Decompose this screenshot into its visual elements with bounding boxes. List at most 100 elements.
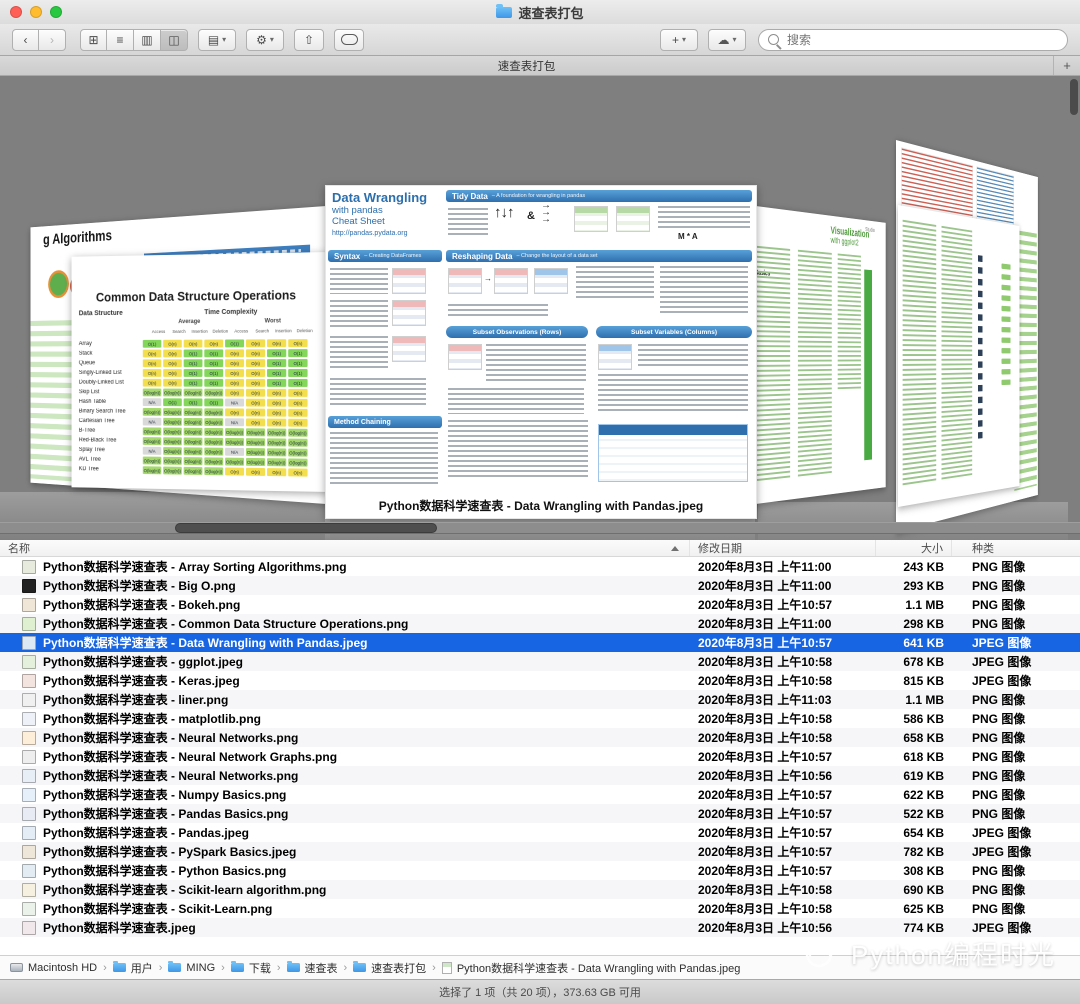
ds-complexity-chip: O(n) [163, 378, 182, 387]
path-item-label: 速查表 [304, 962, 338, 975]
view-segmented-control: ⊞ ≡ ▥ ◫ [80, 28, 188, 51]
ds-row-label: Binary Search Tree [78, 408, 126, 415]
file-date: 2020年8月3日 上午10:58 [698, 883, 833, 897]
new-tab-button[interactable]: + [1054, 56, 1080, 75]
new-item-button[interactable]: + ▾ [660, 28, 698, 51]
file-row[interactable]: Python数据科学速查表 - Scikit-learn algorithm.p… [0, 880, 1080, 899]
minimize-button[interactable] [30, 6, 42, 18]
coverflow-scrollbar-track[interactable] [0, 522, 1080, 534]
studio-logo: Studio [865, 227, 875, 234]
ds-complexity-chip: N/A [225, 398, 245, 407]
file-date: 2020年8月3日 上午10:57 [698, 636, 833, 650]
file-row[interactable]: Python数据科学速查表 - Data Wrangling with Pand… [0, 633, 1080, 652]
arrange-button[interactable]: ▤ ▾ [198, 28, 236, 51]
path-item[interactable]: 速查表 [286, 960, 338, 976]
path-item[interactable]: Python数据科学速查表 - Data Wrangling with Pand… [441, 960, 740, 976]
ds-complexity-chip: O(1) [204, 359, 224, 368]
column-header-size[interactable]: 大小 [876, 540, 952, 556]
ds-complexity-chip: O(n) [245, 378, 266, 387]
path-item[interactable]: 用户 [112, 960, 153, 976]
file-thumbnail-icon [22, 768, 36, 783]
file-name: Python数据科学速查表 - Pandas Basics.png [43, 807, 289, 821]
ds-complexity-chip: O(log(n)) [225, 437, 245, 447]
view-columns-button[interactable]: ▥ [134, 28, 161, 51]
ampersand: & [527, 210, 535, 222]
file-row[interactable]: Python数据科学速查表 - ggplot.jpeg 2020年8月3日 上午1… [0, 652, 1080, 671]
ds-complexity-chip: O(1) [142, 339, 162, 348]
file-row[interactable]: Python数据科学速查表 - Array Sorting Algorithms… [0, 557, 1080, 576]
tab-current-folder[interactable]: 速查表打包 [0, 56, 1054, 75]
ds-complexity-chip: O(log(n)) [225, 457, 245, 466]
action-button[interactable]: ⚙ ▾ [246, 28, 284, 51]
coverflow-item-selected[interactable]: Data Wrangling with pandas Cheat Sheet h… [325, 185, 757, 519]
path-item[interactable]: 下载 [230, 960, 271, 976]
ds-complexity-chip: O(log(n)) [163, 408, 182, 416]
close-button[interactable] [10, 6, 22, 18]
path-item[interactable]: 速查表打包 [353, 960, 426, 976]
ds-complexity-chip: O(n) [225, 388, 245, 397]
ds-complexity-chip: O(n) [163, 349, 182, 358]
ds-complexity-chip: O(n) [245, 349, 266, 358]
file-row[interactable]: Python数据科学速查表 - Pandas.jpeg 2020年8月3日 上午1… [0, 823, 1080, 842]
vertical-scrollbar-thumb[interactable] [1070, 79, 1078, 115]
ds-complexity-chip: O(log(n)) [204, 447, 224, 456]
view-icons-button[interactable]: ⊞ [80, 28, 107, 51]
file-row[interactable]: Python数据科学速查表 - Bokeh.png 2020年8月3日 上午10:… [0, 595, 1080, 614]
file-row[interactable]: Python数据科学速查表 - matplotlib.png 2020年8月3日 … [0, 709, 1080, 728]
view-coverflow-button[interactable]: ◫ [161, 28, 188, 51]
coverflow-item-ggplot-geoms[interactable] [898, 205, 1020, 507]
mini-table [598, 344, 632, 370]
status-text: 选择了 1 项（共 20 项），373.63 GB 可用 [439, 987, 641, 999]
file-row[interactable]: Python数据科学速查表 - Neural Networks.png 2020年… [0, 728, 1080, 747]
file-row[interactable]: Python数据科学速查表.jpeg 2020年8月3日 上午10:56 774 K… [0, 918, 1080, 937]
ds-complexity-chip: O(log(n)) [163, 417, 182, 426]
ds-header-time: Time Complexity [204, 308, 258, 317]
ggplot-green-sidebar [864, 269, 873, 461]
file-row[interactable]: Python数据科学速查表 - Keras.jpeg 2020年8月3日 上午10… [0, 671, 1080, 690]
folder-icon [353, 961, 367, 972]
ds-row-label: Cartesian Tree [78, 418, 115, 425]
path-item[interactable]: Macintosh HD [10, 962, 97, 974]
coverflow-item-data-structures[interactable]: Common Data Structure Operations Data St… [71, 252, 330, 492]
quick-actions-button[interactable]: ☁ ▾ [708, 28, 746, 51]
ds-complexity-chip: O(n) [267, 468, 287, 477]
file-row[interactable]: Python数据科学速查表 - Numpy Basics.png 2020年8月3… [0, 785, 1080, 804]
column-header-date[interactable]: 修改日期 [690, 540, 876, 556]
ds-complexity-chip: O(n) [288, 398, 308, 407]
coverflow-item-ggplot[interactable]: Visualization with ggplot2 Studio Basics [748, 205, 886, 505]
file-row[interactable]: Python数据科学速查表 - Common Data Structure Op… [0, 614, 1080, 633]
forward-button[interactable]: › [39, 28, 66, 51]
back-button[interactable]: ‹ [12, 28, 39, 51]
file-row[interactable]: Python数据科学速查表 - Python Basics.png 2020年8月… [0, 861, 1080, 880]
file-row[interactable]: Python数据科学速查表 - PySpark Basics.jpeg 2020年… [0, 842, 1080, 861]
ds-complexity-chip: O(log(n)) [245, 457, 266, 467]
search-input[interactable] [785, 31, 1058, 48]
path-item[interactable]: MING [168, 961, 215, 974]
edit-tags-button[interactable] [334, 28, 364, 51]
file-row[interactable]: Python数据科学速查表 - liner.png 2020年8月3日 上午11:… [0, 690, 1080, 709]
file-row[interactable]: Python数据科学速查表 - Neural Networks.png 2020年… [0, 766, 1080, 785]
search-field[interactable] [758, 28, 1068, 51]
zoom-button[interactable] [50, 6, 62, 18]
ds-group-headers: Average Worst [148, 318, 315, 325]
file-row[interactable]: Python数据科学速查表 - Big O.png 2020年8月3日 上午11:… [0, 576, 1080, 595]
file-date: 2020年8月3日 上午11:00 [698, 617, 832, 631]
coverflow-area: g Algorithms Common Data Structure Opera… [0, 76, 1080, 540]
view-list-button[interactable]: ≡ [107, 28, 134, 51]
mini-table [616, 206, 650, 232]
column-header-name[interactable]: 名称 [0, 540, 690, 556]
file-row[interactable]: Python数据科学速查表 - Pandas Basics.png 2020年8月… [0, 804, 1080, 823]
file-row[interactable]: Python数据科学速查表 - Scikit-Learn.png 2020年8月3… [0, 899, 1080, 918]
share-button[interactable]: ⇧ [294, 28, 324, 51]
ma-formula: M * A [678, 232, 698, 241]
coverflow-scrollbar-thumb[interactable] [175, 523, 437, 533]
file-row[interactable]: Python数据科学速查表 - Neural Network Graphs.pn… [0, 747, 1080, 766]
ds-complexity-chip: O(log(n)) [288, 458, 308, 467]
file-thumbnail-icon [22, 825, 36, 840]
file-size: 654 KB [903, 825, 944, 840]
ds-complexity-chip: O(log(n)) [245, 438, 266, 447]
grid-view-icon: ⊞ [88, 32, 99, 47]
column-header-kind[interactable]: 种类 [952, 540, 1080, 556]
ds-complexity-chip: O(n) [142, 369, 162, 377]
file-date: 2020年8月3日 上午11:00 [698, 579, 832, 593]
